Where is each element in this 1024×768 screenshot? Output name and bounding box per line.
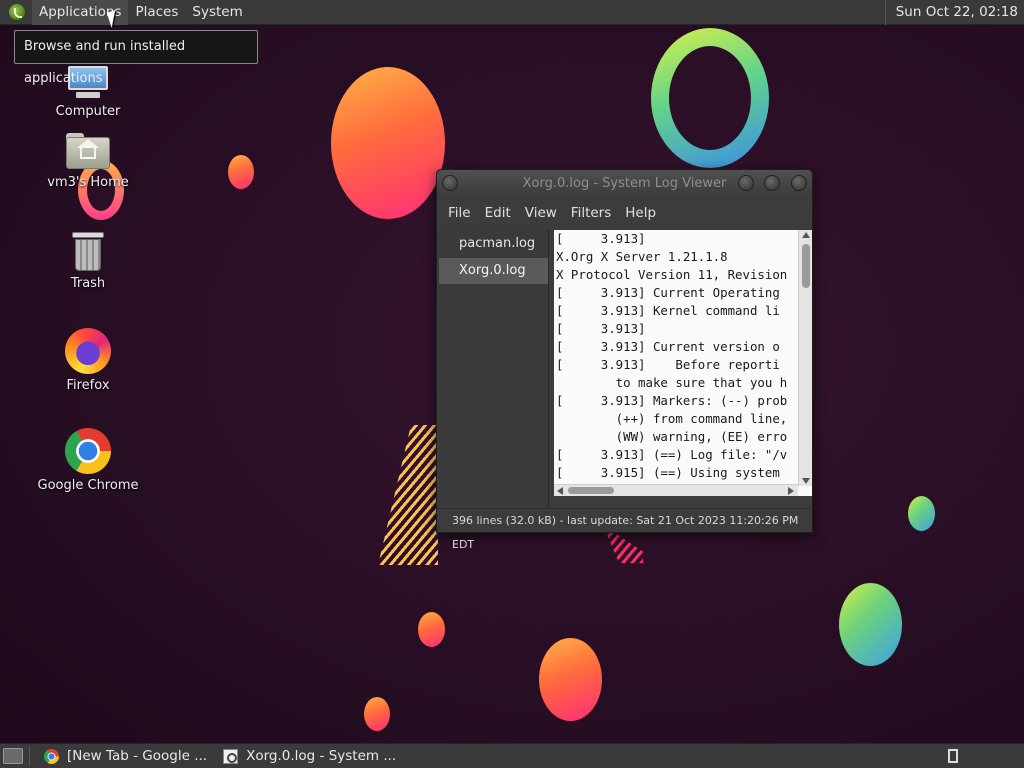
log-item-xorg[interactable]: Xorg.0.log — [439, 258, 548, 284]
workspace-switcher[interactable] — [948, 749, 958, 763]
chrome-icon — [44, 748, 59, 764]
menu-help[interactable]: Help — [618, 205, 663, 221]
wallpaper-orange-dot-3 — [364, 697, 390, 731]
chrome-icon — [65, 428, 111, 474]
wallpaper-green-ring — [651, 28, 769, 168]
bottom-taskbar: [New Tab - Google ... Xorg.0.log - Syste… — [0, 743, 1024, 768]
log-line[interactable]: [ 3.913] Markers: (--) prob — [556, 392, 796, 410]
log-line[interactable]: X.Org X Server 1.21.1.8 — [556, 248, 796, 266]
log-item-pacman[interactable]: pacman.log — [439, 231, 548, 257]
wallpaper-orange-circle-medium — [539, 638, 602, 721]
task-label: Xorg.0.log - System ... — [246, 748, 397, 764]
applications-tooltip: Browse and run installed applications — [14, 30, 258, 86]
log-line[interactable]: to make sure that you h — [556, 374, 796, 392]
maximize-button[interactable] — [764, 175, 780, 191]
scroll-down-arrow-icon[interactable] — [802, 478, 810, 484]
desktop-icon-label: Computer — [55, 104, 121, 119]
scroll-left-arrow-icon[interactable] — [557, 487, 563, 495]
window-title: Xorg.0.log - System Log Viewer — [522, 176, 727, 191]
log-viewer-window: Xorg.0.log - System Log Viewer File Edit… — [436, 169, 813, 551]
scroll-right-arrow-icon[interactable] — [788, 487, 794, 495]
desktop-icon-label: Trash — [70, 276, 106, 291]
wallpaper-orange-dot-2 — [418, 612, 445, 647]
wallpaper-green-circle — [839, 583, 902, 666]
task-label: [New Tab - Google ... — [67, 748, 208, 764]
desktop-icon-label: Google Chrome — [37, 478, 139, 493]
wallpaper-orange-circle-large — [331, 67, 445, 219]
menu-view[interactable]: View — [518, 205, 564, 221]
log-list-sidebar: pacman.log Xorg.0.log — [439, 230, 549, 508]
log-viewer-icon — [223, 748, 239, 764]
log-content-pane[interactable]: [ 3.913] X.Org X Server 1.21.1.8 X Protoco… — [554, 230, 812, 496]
task-log-viewer[interactable]: Xorg.0.log - System ... — [215, 744, 404, 768]
desktop-icon-firefox[interactable]: Firefox — [28, 328, 148, 393]
log-line[interactable]: [ 3.915] (==) Using system — [556, 464, 796, 482]
menu-filters[interactable]: Filters — [564, 205, 618, 221]
desktop-icon-label: Firefox — [66, 378, 110, 393]
log-line[interactable]: [ 3.913] Kernel command li — [556, 302, 796, 320]
log-line[interactable]: (WW) warning, (EE) erro — [556, 428, 796, 446]
wallpaper-yellow-stripes — [378, 425, 438, 565]
minimize-button[interactable] — [738, 175, 754, 191]
wallpaper-green-dot — [908, 496, 935, 531]
clock[interactable]: Sun Oct 22, 02:18 — [884, 0, 1024, 25]
menu-places[interactable]: Places — [128, 0, 185, 25]
applications-logo-icon[interactable] — [8, 3, 26, 21]
show-desktop-icon[interactable] — [3, 748, 23, 764]
menu-file[interactable]: File — [441, 205, 478, 221]
log-line[interactable]: [ 3.913] Current Operating — [556, 284, 796, 302]
menu-edit[interactable]: Edit — [478, 205, 518, 221]
taskbar-separator — [29, 746, 30, 766]
log-line[interactable]: [ 3.913] Before reporti — [556, 356, 796, 374]
window-body: pacman.log Xorg.0.log [ 3.913] X.Org X Se… — [437, 228, 812, 508]
vertical-scroll-thumb[interactable] — [802, 244, 810, 288]
close-button[interactable] — [791, 175, 807, 191]
top-panel: Applications Places System Sun Oct 22, 0… — [0, 0, 1024, 25]
wallpaper-orange-dot — [228, 155, 254, 189]
log-line[interactable]: [ 3.913] — [556, 230, 796, 248]
window-menu-button[interactable] — [442, 175, 458, 191]
window-titlebar[interactable]: Xorg.0.log - System Log Viewer — [437, 170, 812, 198]
desktop-icon-label: vm3's Home — [47, 175, 129, 190]
log-line[interactable]: (++) from command line, — [556, 410, 796, 428]
trash-icon — [70, 230, 106, 272]
vertical-scrollbar[interactable] — [798, 230, 812, 486]
log-line[interactable]: [ 3.913] — [556, 320, 796, 338]
home-folder-icon — [66, 131, 110, 171]
log-line[interactable]: X Protocol Version 11, Revision — [556, 266, 796, 284]
desktop-icon-home[interactable]: vm3's Home — [28, 131, 148, 190]
log-text[interactable]: [ 3.913] X.Org X Server 1.21.1.8 X Protoco… — [556, 230, 796, 496]
menu-system[interactable]: System — [185, 0, 249, 25]
log-line[interactable]: [ 3.913] Current version o — [556, 338, 796, 356]
horizontal-scroll-thumb[interactable] — [568, 487, 614, 494]
horizontal-scrollbar[interactable] — [554, 484, 798, 496]
log-line[interactable]: [ 3.913] (==) Log file: "/v — [556, 446, 796, 464]
task-chrome[interactable]: [New Tab - Google ... — [36, 744, 215, 768]
scroll-up-arrow-icon[interactable] — [802, 232, 810, 238]
desktop-icon-chrome[interactable]: Google Chrome — [28, 428, 148, 493]
window-menubar: File Edit View Filters Help — [437, 198, 812, 228]
desktop-icon-trash[interactable]: Trash — [28, 230, 148, 291]
status-bar: 396 lines (32.0 kB) - last update: Sat 2… — [437, 508, 812, 551]
firefox-icon — [65, 328, 111, 374]
